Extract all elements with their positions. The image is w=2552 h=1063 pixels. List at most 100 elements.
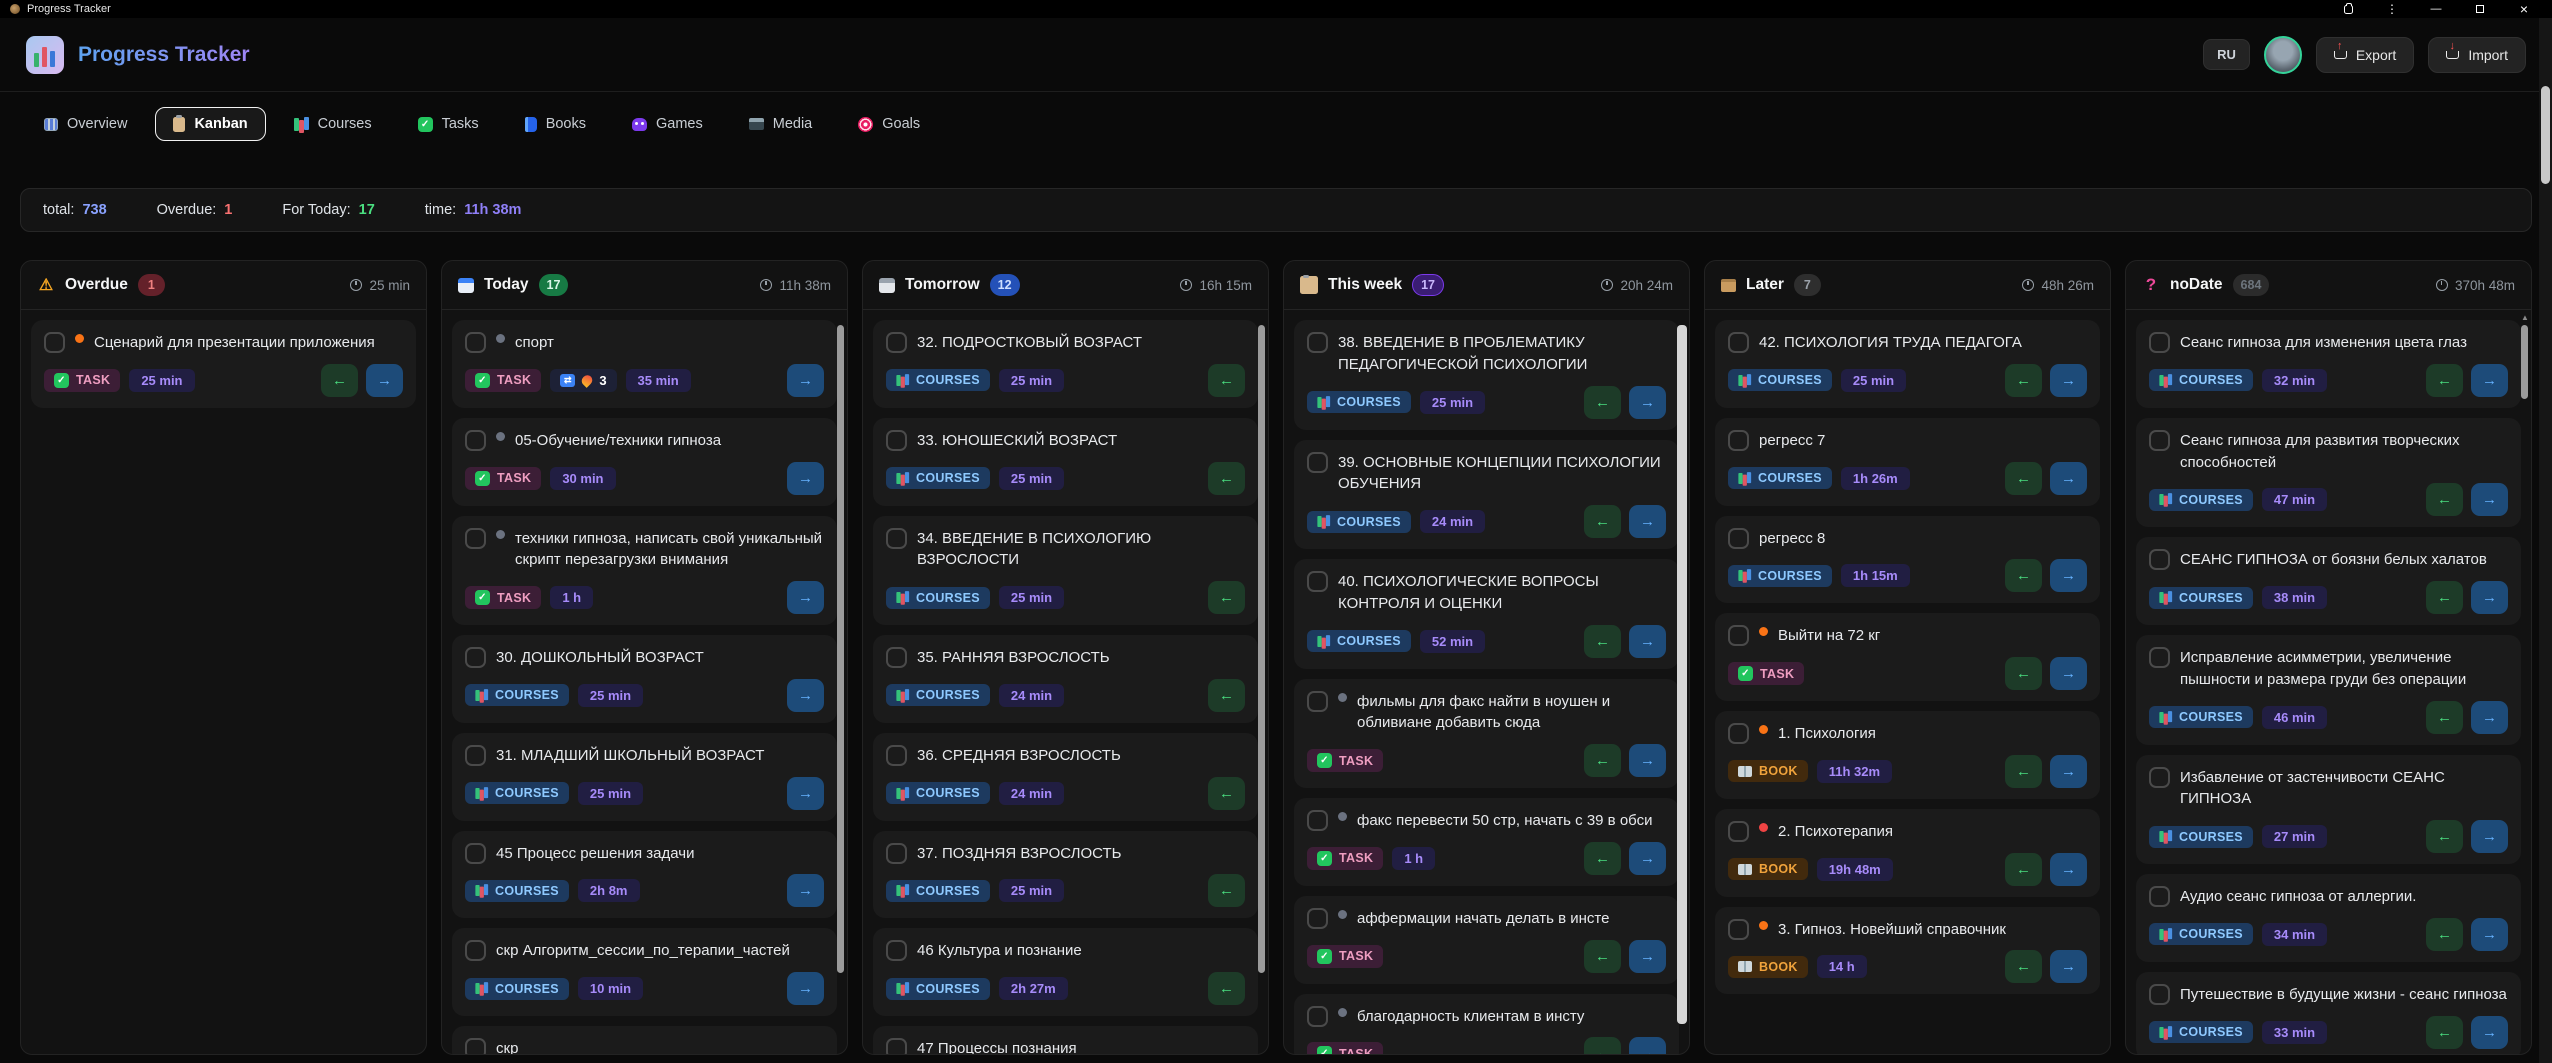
move-right-button[interactable]: →	[787, 679, 824, 712]
move-left-button[interactable]: ←	[2426, 364, 2463, 397]
card-checkbox[interactable]	[1728, 528, 1749, 549]
task-card[interactable]: аффермации начать делать в инсте TASK ←→	[1294, 896, 1679, 984]
move-left-button[interactable]: ←	[2005, 755, 2042, 788]
column-scrollbar[interactable]: ▲	[2521, 313, 2528, 1049]
task-card[interactable]: 40. ПСИХОЛОГИЧЕСКИЕ ВОПРОСЫ КОНТРОЛЯ И О…	[1294, 559, 1679, 669]
tab-books[interactable]: Books	[507, 107, 604, 141]
task-card[interactable]: 34. ВВЕДЕНИЕ В ПСИХОЛОГИЮ ВЗРОСЛОСТИ COU…	[873, 516, 1258, 626]
move-left-button[interactable]: ←	[2426, 581, 2463, 614]
move-left-button[interactable]: ←	[2426, 918, 2463, 951]
move-left-button[interactable]: ←	[2426, 701, 2463, 734]
move-left-button[interactable]: ←	[2005, 364, 2042, 397]
card-checkbox[interactable]	[2149, 332, 2170, 353]
page-scrollbar-thumb[interactable]	[2541, 86, 2550, 184]
move-left-button[interactable]: ←	[2005, 462, 2042, 495]
import-button[interactable]: Import	[2428, 37, 2526, 73]
move-right-button[interactable]: →	[2471, 364, 2508, 397]
move-left-button[interactable]: ←	[2005, 950, 2042, 983]
card-checkbox[interactable]	[886, 1038, 907, 1054]
card-checkbox[interactable]	[886, 745, 907, 766]
task-card[interactable]: Сеанс гипноза для изменения цвета глаз C…	[2136, 320, 2521, 408]
minimize-button[interactable]: —	[2414, 0, 2458, 18]
move-right-button[interactable]: →	[2050, 755, 2087, 788]
task-card[interactable]: 31. МЛАДШИЙ ШКОЛЬНЫЙ ВОЗРАСТ COURSES 25 …	[452, 733, 837, 821]
move-right-button[interactable]: →	[2471, 581, 2508, 614]
task-card[interactable]: техники гипноза, написать свой уникальны…	[452, 516, 837, 626]
card-checkbox[interactable]	[465, 430, 486, 451]
task-card[interactable]: 47 Процессы познания COURSES 2h 31m ←	[873, 1026, 1258, 1054]
move-left-button[interactable]: ←	[1584, 744, 1621, 777]
scrollbar-up-arrow-icon[interactable]: ▲	[2521, 313, 2528, 323]
card-checkbox[interactable]	[1728, 919, 1749, 940]
card-checkbox[interactable]	[465, 745, 486, 766]
move-left-button[interactable]: ←	[1584, 625, 1621, 658]
task-card[interactable]: Сеанс гипноза для развития творческих сп…	[2136, 418, 2521, 528]
move-left-button[interactable]: ←	[2426, 820, 2463, 853]
card-checkbox[interactable]	[1728, 723, 1749, 744]
move-right-button[interactable]: →	[1629, 505, 1666, 538]
move-right-button[interactable]: →	[2050, 657, 2087, 690]
card-checkbox[interactable]	[886, 332, 907, 353]
card-checkbox[interactable]	[1307, 1006, 1328, 1027]
column-scrollbar-thumb[interactable]	[1258, 325, 1265, 973]
move-right-button[interactable]: →	[1629, 625, 1666, 658]
menu-kebab-icon[interactable]: ⋮	[2370, 0, 2414, 18]
move-right-button[interactable]: →	[2471, 701, 2508, 734]
move-right-button[interactable]: →	[2050, 462, 2087, 495]
move-left-button[interactable]: ←	[1208, 364, 1245, 397]
card-checkbox[interactable]	[1728, 332, 1749, 353]
task-card[interactable]: скр Вариант_скрипта_к_избавлению_от_вред…	[452, 1026, 837, 1054]
card-checkbox[interactable]	[1728, 625, 1749, 646]
card-checkbox[interactable]	[2149, 549, 2170, 570]
card-checkbox[interactable]	[465, 332, 486, 353]
move-right-button[interactable]: →	[1629, 386, 1666, 419]
task-card[interactable]: 35. РАННЯЯ ВЗРОСЛОСТЬ COURSES 24 min ←	[873, 635, 1258, 723]
task-card[interactable]: Аудио сеанс гипноза от аллергии. COURSES…	[2136, 874, 2521, 962]
close-button[interactable]: ×	[2502, 0, 2546, 18]
move-left-button[interactable]: ←	[2426, 1016, 2463, 1049]
move-right-button[interactable]: →	[1629, 744, 1666, 777]
card-checkbox[interactable]	[1728, 430, 1749, 451]
move-right-button[interactable]: →	[1629, 1037, 1666, 1054]
tab-kanban[interactable]: Kanban	[155, 107, 265, 141]
move-left-button[interactable]: ←	[1208, 462, 1245, 495]
card-checkbox[interactable]	[886, 430, 907, 451]
task-card[interactable]: фильмы для факс найти в ноушен и обливиа…	[1294, 679, 1679, 789]
move-left-button[interactable]: ←	[1584, 386, 1621, 419]
column-scrollbar-thumb[interactable]	[2521, 325, 2528, 399]
move-left-button[interactable]: ←	[2005, 657, 2042, 690]
task-card[interactable]: Исправление асимметрии, увеличение пышно…	[2136, 635, 2521, 745]
task-card[interactable]: благодарность клиентам в инсту TASK ←→	[1294, 994, 1679, 1055]
column-scrollbar-thumb[interactable]	[1677, 325, 1687, 1024]
task-card[interactable]: 3. Гипноз. Новейший справочник BOOK 14 h…	[1715, 907, 2100, 995]
card-checkbox[interactable]	[465, 647, 486, 668]
card-checkbox[interactable]	[1307, 332, 1328, 353]
move-right-button[interactable]: →	[2050, 853, 2087, 886]
task-card[interactable]: СЕАНС ГИПНОЗА от боязни белых халатов CO…	[2136, 537, 2521, 625]
task-card[interactable]: 32. ПОДРОСТКОВЫЙ ВОЗРАСТ COURSES 25 min …	[873, 320, 1258, 408]
task-card[interactable]: 39. ОСНОВНЫЕ КОНЦЕПЦИИ ПСИХОЛОГИИ ОБУЧЕН…	[1294, 440, 1679, 550]
tab-media[interactable]: Media	[731, 107, 831, 141]
card-checkbox[interactable]	[2149, 430, 2170, 451]
move-left-button[interactable]: ←	[1208, 972, 1245, 1005]
card-checkbox[interactable]	[465, 843, 486, 864]
task-card[interactable]: регресс 8 COURSES 1h 15m ←→	[1715, 516, 2100, 604]
move-left-button[interactable]: ←	[2005, 559, 2042, 592]
task-card[interactable]: 2. Психотерапия BOOK 19h 48m ←→	[1715, 809, 2100, 897]
tab-overview[interactable]: Overview	[26, 107, 145, 141]
task-card[interactable]: 33. ЮНОШЕСКИЙ ВОЗРАСТ COURSES 25 min ←	[873, 418, 1258, 506]
card-checkbox[interactable]	[1307, 571, 1328, 592]
move-right-button[interactable]: →	[2471, 918, 2508, 951]
card-checkbox[interactable]	[886, 843, 907, 864]
page-scrollbar[interactable]	[2539, 18, 2552, 1063]
card-checkbox[interactable]	[1307, 810, 1328, 831]
move-left-button[interactable]: ←	[1584, 842, 1621, 875]
card-checkbox[interactable]	[2149, 984, 2170, 1005]
card-checkbox[interactable]	[1307, 908, 1328, 929]
move-right-button[interactable]: →	[2471, 820, 2508, 853]
move-right-button[interactable]: →	[787, 777, 824, 810]
restore-button[interactable]	[2458, 0, 2502, 18]
card-checkbox[interactable]	[44, 332, 65, 353]
column-scrollbar-thumb[interactable]	[837, 325, 844, 973]
task-card[interactable]: скр Алгоритм_сессии_по_терапии_частей CO…	[452, 928, 837, 1016]
